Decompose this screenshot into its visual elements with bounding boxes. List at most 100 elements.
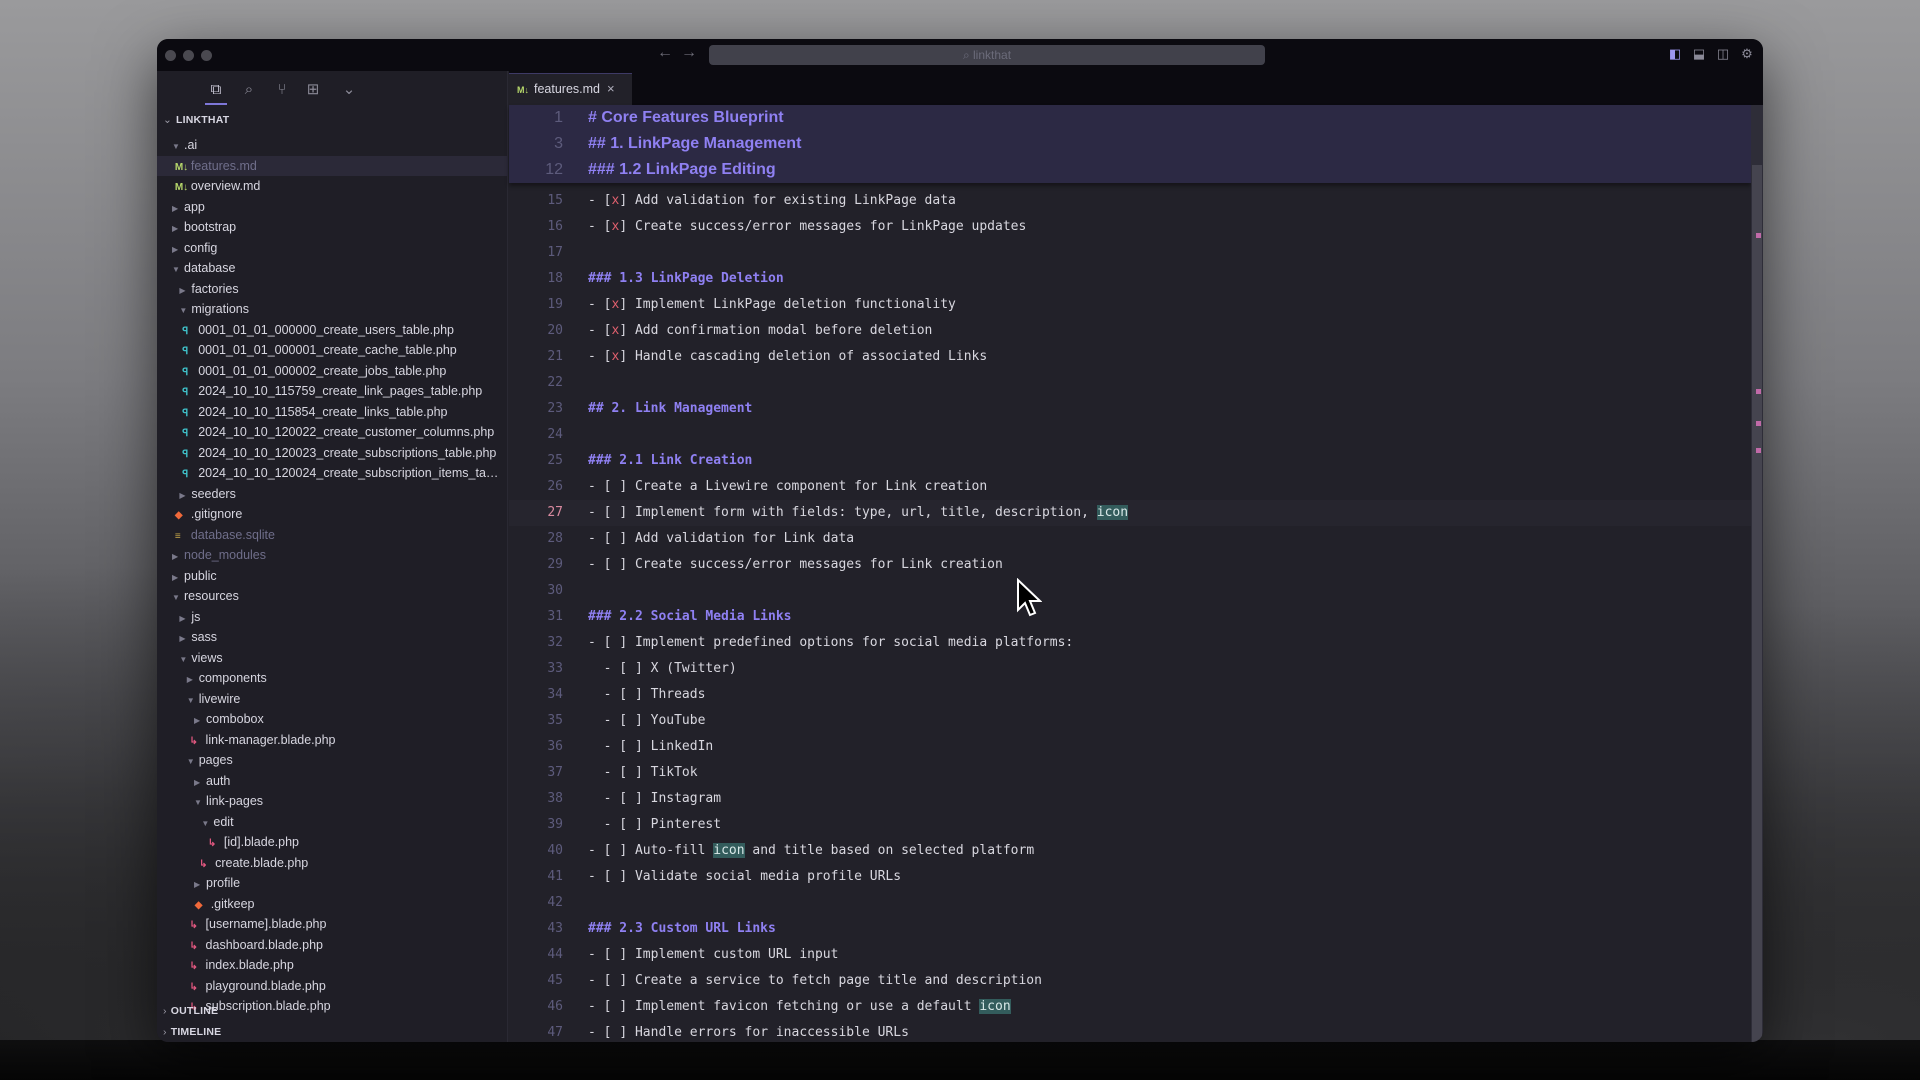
tree-item-label: views: [191, 650, 223, 665]
tree-folder[interactable]: ▼ edit: [157, 812, 508, 833]
tree-folder[interactable]: ▼ database: [157, 258, 508, 279]
line-number: 1: [554, 109, 563, 126]
close-window-button[interactable]: [165, 50, 176, 61]
checkbox-close: ]: [619, 531, 635, 546]
list-bullet: - [: [588, 791, 628, 806]
line-text: ## 1. LinkPage Management: [588, 131, 801, 157]
checkbox-close: ]: [634, 687, 651, 702]
line-text: - [ ] Auto-fill icon and title based on …: [588, 838, 1034, 864]
code-line: 12 ### 1.2 LinkPage Editing: [509, 157, 1751, 183]
markdown-heading: ## 2. Link Management: [588, 401, 753, 416]
toggle-sidebar-icon[interactable]: ◧: [1667, 46, 1683, 62]
tree-folder[interactable]: ▶ config: [157, 238, 508, 259]
chevron-down-icon[interactable]: ⌄: [338, 79, 360, 101]
sticky-scroll-header[interactable]: 1 # Core Features Blueprint 3 ## 1. LinkPag…: [509, 105, 1751, 183]
tree-folder[interactable]: ▼ .ai: [157, 135, 508, 156]
tree-file[interactable]: M↓ overview.md: [157, 176, 508, 197]
close-tab-icon[interactable]: ×: [607, 81, 615, 96]
tree-file[interactable]: ◆ .gitignore: [157, 504, 508, 525]
git-file-icon: ◆: [194, 899, 203, 911]
task-text: Pinterest: [650, 817, 722, 832]
task-text: LinkedIn: [650, 739, 714, 754]
database-file-icon: ≡: [174, 530, 181, 542]
tree-folder[interactable]: ▼ migrations: [157, 299, 508, 320]
blade-file-icon: ↳: [199, 858, 208, 870]
blade-file-icon: ↳: [189, 940, 198, 952]
timeline-section-header[interactable]: › TIMELINE: [163, 1026, 221, 1038]
toggle-panel-icon[interactable]: ⬓: [1691, 46, 1707, 62]
tree-file[interactable]: ꟼ 2024_10_10_115854_create_links_table.ph…: [157, 402, 508, 423]
tree-file[interactable]: ≡ database.sqlite: [157, 525, 508, 546]
scrollbar-thumb[interactable]: [1752, 165, 1762, 1042]
caret-right-icon: ▶: [194, 716, 201, 725]
line-number: 22: [547, 375, 563, 390]
tree-folder[interactable]: ▶ profile: [157, 873, 508, 894]
maximize-window-button[interactable]: [201, 50, 212, 61]
gear-icon[interactable]: ⚙: [1739, 46, 1755, 62]
checkbox-mark: [627, 713, 635, 728]
tree-folder[interactable]: ▶ sass: [157, 627, 508, 648]
outline-section-header[interactable]: › OUTLINE: [163, 1005, 218, 1017]
line-text: ### 2.3 Custom URL Links: [588, 916, 776, 942]
code-line: 32 - [ ] Implement predefined options for…: [509, 630, 1751, 656]
tree-file[interactable]: ꟼ 0001_01_01_000000_create_users_table.ph…: [157, 320, 508, 341]
tree-file[interactable]: ◆ .gitkeep: [157, 894, 508, 915]
tree-file[interactable]: M↓ features.md: [157, 155, 508, 176]
tree-file[interactable]: ↳ [username].blade.php: [157, 914, 508, 935]
tree-folder[interactable]: ▶ auth: [157, 771, 508, 792]
tree-file[interactable]: ꟼ 2024_10_10_120024_create_subscription_i…: [157, 463, 508, 484]
code-view[interactable]: 15 - [x] Add validation for existing Link…: [509, 105, 1751, 1042]
tab-features-md[interactable]: M↓ features.md ×: [509, 73, 632, 105]
tree-file[interactable]: ↳ dashboard.blade.php: [157, 935, 508, 956]
tree-folder[interactable]: ▼ livewire: [157, 689, 508, 710]
tree-file[interactable]: ↳ create.blade.php: [157, 853, 508, 874]
line-text: - [ ] Threads: [588, 682, 706, 708]
line-text: - [ ] Add validation for Link data: [588, 526, 854, 552]
back-arrow-icon[interactable]: ←: [657, 44, 673, 62]
line-number: 46: [547, 999, 563, 1014]
tree-folder[interactable]: ▶ seeders: [157, 484, 508, 505]
search-match-highlight: icon: [979, 999, 1011, 1014]
tree-file[interactable]: ↳ playground.blade.php: [157, 976, 508, 997]
task-text: Create a service to fetch page title and…: [634, 973, 1042, 988]
line-number: 32: [547, 635, 563, 650]
tree-file[interactable]: ꟼ 2024_10_10_120023_create_subscriptions_…: [157, 443, 508, 464]
tree-folder[interactable]: ▼ link-pages: [157, 791, 508, 812]
tree-file[interactable]: ↳ index.blade.php: [157, 955, 508, 976]
task-text: TikTok: [650, 765, 698, 780]
tree-folder[interactable]: ▶ node_modules: [157, 545, 508, 566]
vertical-scrollbar[interactable]: [1751, 105, 1763, 1042]
tree-file[interactable]: ↳ [id].blade.php: [157, 832, 508, 853]
tree-file[interactable]: ↳ link-manager.blade.php: [157, 730, 508, 751]
explorer-root-header[interactable]: ⌄ LINKTHAT: [163, 114, 229, 126]
extensions-icon[interactable]: ⊞: [302, 79, 324, 101]
tree-folder[interactable]: ▼ views: [157, 648, 508, 669]
search-icon[interactable]: ⌕: [238, 79, 260, 101]
tree-folder[interactable]: ▼ pages: [157, 750, 508, 771]
checkbox-mark: [627, 817, 635, 832]
tree-item-label: [username].blade.php: [205, 917, 327, 931]
tree-file[interactable]: ꟼ 2024_10_10_120022_create_customer_colum…: [157, 422, 508, 443]
tree-folder[interactable]: ▼ resources: [157, 586, 508, 607]
tree-folder[interactable]: ▶ bootstrap: [157, 217, 508, 238]
tree-file[interactable]: ꟼ 2024_10_10_115759_create_link_pages_tab…: [157, 381, 508, 402]
source-control-icon[interactable]: ⑂: [271, 79, 293, 101]
tree-folder[interactable]: ▶ public: [157, 566, 508, 587]
tree-file[interactable]: ꟼ 0001_01_01_000002_create_jobs_table.php: [157, 361, 508, 382]
code-line: 44 - [ ] Implement custom URL input: [509, 942, 1751, 968]
editor-area: M↓features.md× ◨ ◫ ⋯ 15 - [x] Add validat…: [509, 71, 1763, 1042]
checkbox-close: ]: [634, 713, 651, 728]
tree-file[interactable]: ꟼ 0001_01_01_000001_create_cache_table.ph…: [157, 340, 508, 361]
list-bullet: - [: [588, 739, 628, 754]
tree-folder[interactable]: ▶ combobox: [157, 709, 508, 730]
tree-item-label: .ai: [184, 138, 198, 152]
tree-folder[interactable]: ▶ app: [157, 197, 508, 218]
minimize-window-button[interactable]: [183, 50, 194, 61]
tree-folder[interactable]: ▶ factories: [157, 279, 508, 300]
toggle-secondary-sidebar-icon[interactable]: ◫: [1715, 46, 1731, 62]
forward-arrow-icon[interactable]: →: [681, 44, 697, 62]
tree-folder[interactable]: ▶ components: [157, 668, 508, 689]
files-icon[interactable]: ⧉: [205, 79, 227, 105]
command-center-search[interactable]: ⌕ linkthat: [709, 45, 1265, 65]
tree-folder[interactable]: ▶ js: [157, 607, 508, 628]
